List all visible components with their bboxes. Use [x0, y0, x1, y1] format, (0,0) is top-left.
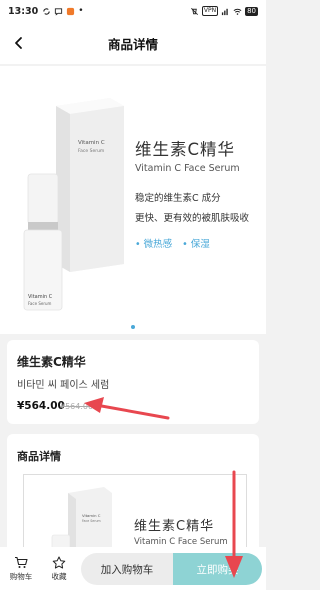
- bottle-label-2: Face Serum: [28, 301, 51, 306]
- add-to-cart-button[interactable]: 加入购物车: [81, 553, 173, 585]
- bottom-action-bar: 购物车 收藏 加入购物车 立即购买: [0, 547, 266, 590]
- message-icon: [55, 7, 63, 16]
- hero-tag: • 微热感: [135, 239, 173, 250]
- details-box-label: Vitamin C: [82, 513, 101, 518]
- hero-feature-2: 更快、更有效的被肌肤吸收: [135, 213, 250, 224]
- mute-icon: [190, 7, 198, 15]
- app-notification-icon: [67, 7, 75, 15]
- product-bottle-image: Vitamin C Face Serum Vitamin C Face Seru…: [23, 98, 124, 311]
- hero-tag: • 保湿: [182, 239, 210, 250]
- details-image-subtitle: Vitamin C Face Serum: [134, 537, 228, 547]
- favorite-shortcut[interactable]: 收藏: [42, 556, 76, 582]
- star-icon: [52, 556, 66, 568]
- details-title: 商品详情: [17, 450, 61, 463]
- box-label-1: Vitamin C: [78, 140, 105, 146]
- hero-feature-1: 稳定的维生素C 成分: [135, 193, 221, 204]
- hero-title: 维生素C精华: [135, 140, 236, 159]
- cart-label: 购物车: [9, 571, 33, 581]
- header: 商品详情: [0, 22, 266, 64]
- details-image-title: 维生素C精华: [134, 519, 215, 534]
- sync-icon: [43, 7, 50, 15]
- hero-subtitle: Vitamin C Face Serum: [135, 163, 240, 174]
- page-title: 商品详情: [107, 36, 158, 52]
- product-korean-name: 비타민 씨 페이스 세럼: [17, 380, 110, 391]
- product-name: 维生素C精华: [17, 355, 86, 369]
- bottle-label-1: Vitamin C: [28, 294, 53, 300]
- back-button[interactable]: [8, 32, 30, 54]
- cart-shortcut[interactable]: 购物车: [4, 556, 38, 582]
- favorite-label: 收藏: [51, 571, 67, 581]
- product-original-price: ¥564.00: [60, 402, 94, 411]
- status-time: 13:30: [8, 5, 39, 17]
- details-box-label-2: Face Serum: [82, 519, 101, 523]
- product-price: ¥564.00: [17, 400, 65, 412]
- product-image-carousel[interactable]: Vitamin C Face Serum Vitamin C Face Seru…: [0, 66, 266, 334]
- hero-tags: • 微热感 • 保湿: [135, 236, 210, 250]
- box-label-2: Face Serum: [78, 148, 104, 154]
- carousel-dot: [131, 325, 135, 329]
- carousel-indicator: [0, 325, 266, 329]
- signal-icon: [221, 8, 228, 15]
- status-bar: 13:30 • VPN 80: [0, 0, 266, 22]
- product-info-card: 维生素C精华 비타민 씨 페이스 세럼 ¥564.00 ¥564.00: [7, 340, 259, 424]
- buy-now-button[interactable]: 立即购买: [173, 553, 262, 585]
- battery-icon: 80: [245, 6, 258, 16]
- back-arrow-icon: [15, 37, 22, 49]
- wifi-icon: [233, 8, 242, 15]
- more-notifications-icon: •: [78, 6, 84, 16]
- cart-icon: [15, 556, 28, 568]
- vpn-icon: VPN: [201, 6, 219, 16]
